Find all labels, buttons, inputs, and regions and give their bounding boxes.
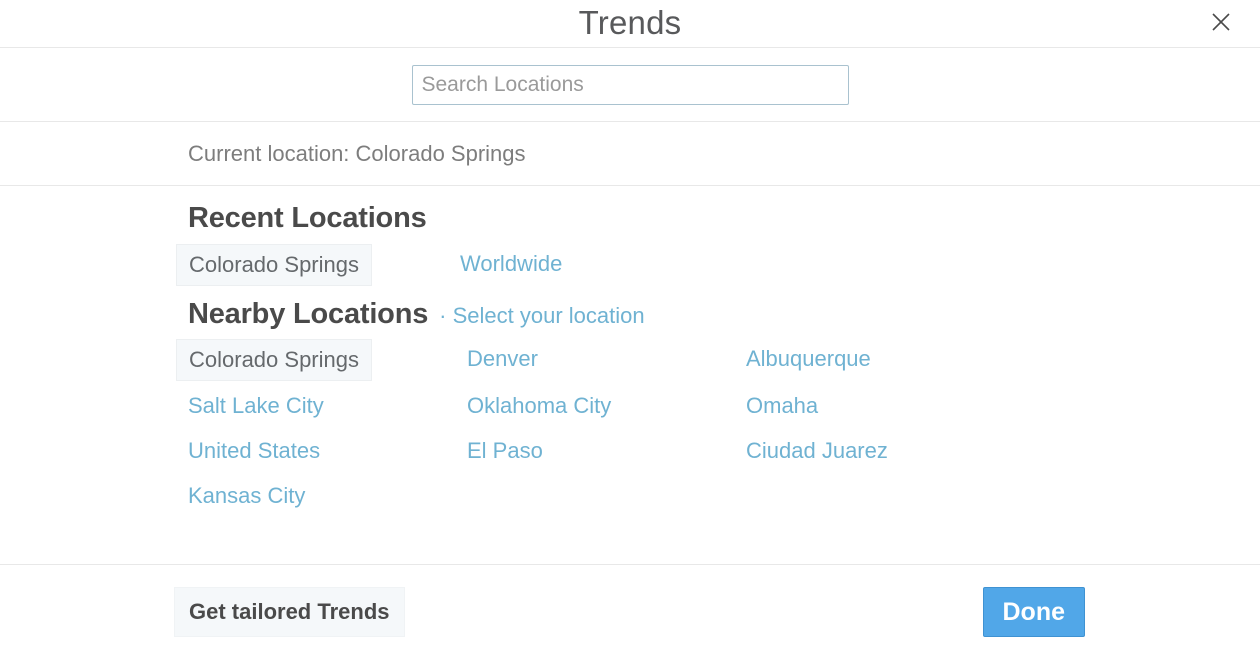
nearby-cell-2-1: El Paso — [467, 431, 746, 471]
location-link-albuquerque[interactable]: Albuquerque — [746, 339, 871, 379]
location-link-denver[interactable]: Denver — [467, 339, 538, 379]
recent-cell-1: Worldwide — [460, 244, 562, 286]
nearby-cell-2-2: Ciudad Juarez — [746, 431, 1025, 471]
current-location-row: Current location: Colorado Springs — [0, 122, 1260, 186]
done-button[interactable]: Done — [982, 587, 1085, 637]
page-title: Trends — [578, 4, 682, 41]
nearby-cell-2-0: United States — [188, 431, 467, 471]
trends-dialog: Trends Current location: Colorado Spring… — [0, 0, 1260, 660]
nearby-cell-3-0: Kansas City — [188, 476, 467, 516]
nearby-locations-title: Nearby Locations — [188, 298, 429, 330]
location-link-salt-lake-city[interactable]: Salt Lake City — [188, 386, 324, 426]
search-input[interactable] — [411, 64, 849, 105]
locations-body: Recent Locations Colorado Springs Worldw… — [0, 186, 1260, 565]
recent-locations-header: Recent Locations — [188, 190, 1260, 235]
select-your-location-link[interactable]: · Select your location — [439, 303, 644, 329]
nearby-cell-0-0: Colorado Springs — [176, 339, 467, 381]
nearby-locations-header: Nearby Locations · Select your location — [188, 286, 1260, 331]
nearby-row-2: United States El Paso Ciudad Juarez — [188, 431, 1260, 471]
location-link-oklahoma-city[interactable]: Oklahoma City — [467, 386, 611, 426]
dialog-header: Trends — [0, 0, 1260, 48]
location-link-ciudad-juarez[interactable]: Ciudad Juarez — [746, 431, 888, 471]
nearby-cell-0-2: Albuquerque — [746, 339, 1025, 381]
nearby-row-3: Kansas City — [188, 476, 1260, 516]
nearby-locations-grid: Colorado Springs Denver Albuquerque Salt… — [176, 339, 1260, 516]
close-icon[interactable] — [1204, 5, 1238, 39]
location-link-kansas-city[interactable]: Kansas City — [188, 476, 305, 516]
location-link-united-states[interactable]: United States — [188, 431, 320, 471]
recent-cell-0: Colorado Springs — [176, 244, 460, 286]
nearby-row-1: Salt Lake City Oklahoma City Omaha — [188, 386, 1260, 426]
nearby-row-0: Colorado Springs Denver Albuquerque — [176, 339, 1260, 381]
get-tailored-trends-button[interactable]: Get tailored Trends — [174, 587, 405, 637]
nearby-cell-0-1: Denver — [467, 339, 746, 381]
location-link-el-paso[interactable]: El Paso — [467, 431, 543, 471]
recent-locations-title: Recent Locations — [188, 202, 427, 234]
location-chip-colorado-springs-nearby[interactable]: Colorado Springs — [176, 339, 372, 381]
location-link-worldwide[interactable]: Worldwide — [460, 244, 562, 284]
nearby-cell-1-2: Omaha — [746, 386, 1025, 426]
nearby-cell-1-1: Oklahoma City — [467, 386, 746, 426]
dialog-footer: Get tailored Trends Done — [0, 565, 1260, 659]
nearby-cell-1-0: Salt Lake City — [188, 386, 467, 426]
location-chip-colorado-springs-recent[interactable]: Colorado Springs — [176, 244, 372, 286]
recent-locations-row: Colorado Springs Worldwide — [176, 244, 1260, 286]
search-row — [0, 48, 1260, 122]
location-link-omaha[interactable]: Omaha — [746, 386, 818, 426]
current-location-text: Current location: Colorado Springs — [188, 140, 526, 166]
